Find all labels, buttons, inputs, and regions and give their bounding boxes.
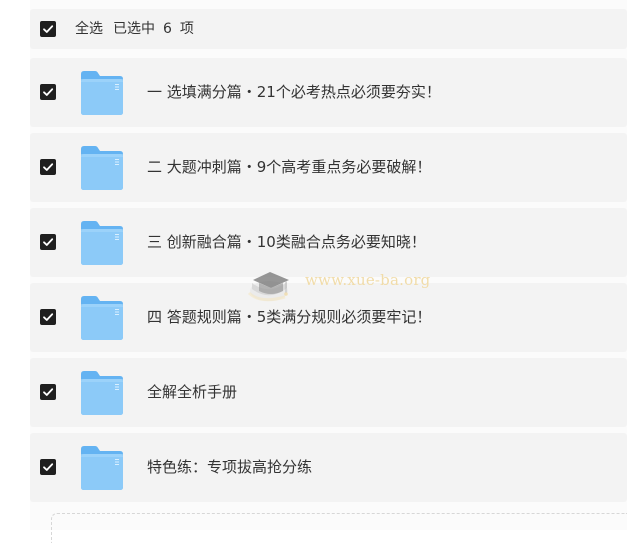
- folder-icon: [79, 70, 124, 116]
- selected-count: 6: [163, 21, 172, 37]
- select-all-row[interactable]: 全选 已选中 6 项: [30, 9, 627, 49]
- file-checkbox[interactable]: [40, 309, 56, 325]
- file-checkbox[interactable]: [40, 84, 56, 100]
- folder-icon: [79, 370, 124, 416]
- selected-suffix: 项: [179, 21, 194, 37]
- upload-area[interactable]: [51, 513, 627, 543]
- checkmark-icon: [43, 88, 54, 96]
- file-row[interactable]: 特色练：专项拔高抢分练: [30, 433, 627, 502]
- file-name[interactable]: 四 答题规则篇・5类满分规则必须要牢记！: [147, 283, 431, 352]
- file-name[interactable]: 全解全析手册: [147, 358, 237, 427]
- file-name[interactable]: 三 创新融合篇・10类融合点务必要知晓！: [147, 208, 426, 277]
- file-row[interactable]: 三 创新融合篇・10类融合点务必要知晓！: [30, 208, 627, 277]
- file-checkbox[interactable]: [40, 159, 56, 175]
- folder-icon: [79, 445, 124, 491]
- file-selection-panel: 全选 已选中 6 项 一 选填满分篇・21个必考热点必须要夯实！ 二 大题冲刺篇…: [0, 0, 627, 543]
- checkmark-icon: [43, 163, 54, 171]
- select-all-label[interactable]: 全选: [75, 9, 103, 49]
- file-checkbox[interactable]: [40, 459, 56, 475]
- folder-icon: [79, 220, 124, 266]
- file-row[interactable]: 四 答题规则篇・5类满分规则必须要牢记！: [30, 283, 627, 352]
- folder-icon: [79, 295, 124, 341]
- file-name[interactable]: 特色练：专项拔高抢分练: [147, 433, 312, 502]
- checkmark-icon: [43, 388, 54, 396]
- checkmark-icon: [43, 463, 54, 471]
- file-name[interactable]: 二 大题冲刺篇・9个高考重点务必要破解！: [147, 133, 431, 202]
- checkmark-icon: [43, 313, 54, 321]
- file-checkbox[interactable]: [40, 384, 56, 400]
- select-all-checkbox[interactable]: [40, 21, 56, 37]
- folder-icon: [79, 145, 124, 191]
- file-checkbox[interactable]: [40, 234, 56, 250]
- checkmark-icon: [43, 25, 54, 33]
- file-name[interactable]: 一 选填满分篇・21个必考热点必须要夯实！: [147, 58, 441, 127]
- checkmark-icon: [43, 238, 54, 246]
- selected-prefix: 已选中: [113, 21, 155, 37]
- left-gutter: [0, 0, 30, 530]
- selection-summary: 全选 已选中 6 项: [75, 9, 194, 49]
- file-row[interactable]: 一 选填满分篇・21个必考热点必须要夯实！: [30, 58, 627, 127]
- file-row[interactable]: 二 大题冲刺篇・9个高考重点务必要破解！: [30, 133, 627, 202]
- file-row[interactable]: 全解全析手册: [30, 358, 627, 427]
